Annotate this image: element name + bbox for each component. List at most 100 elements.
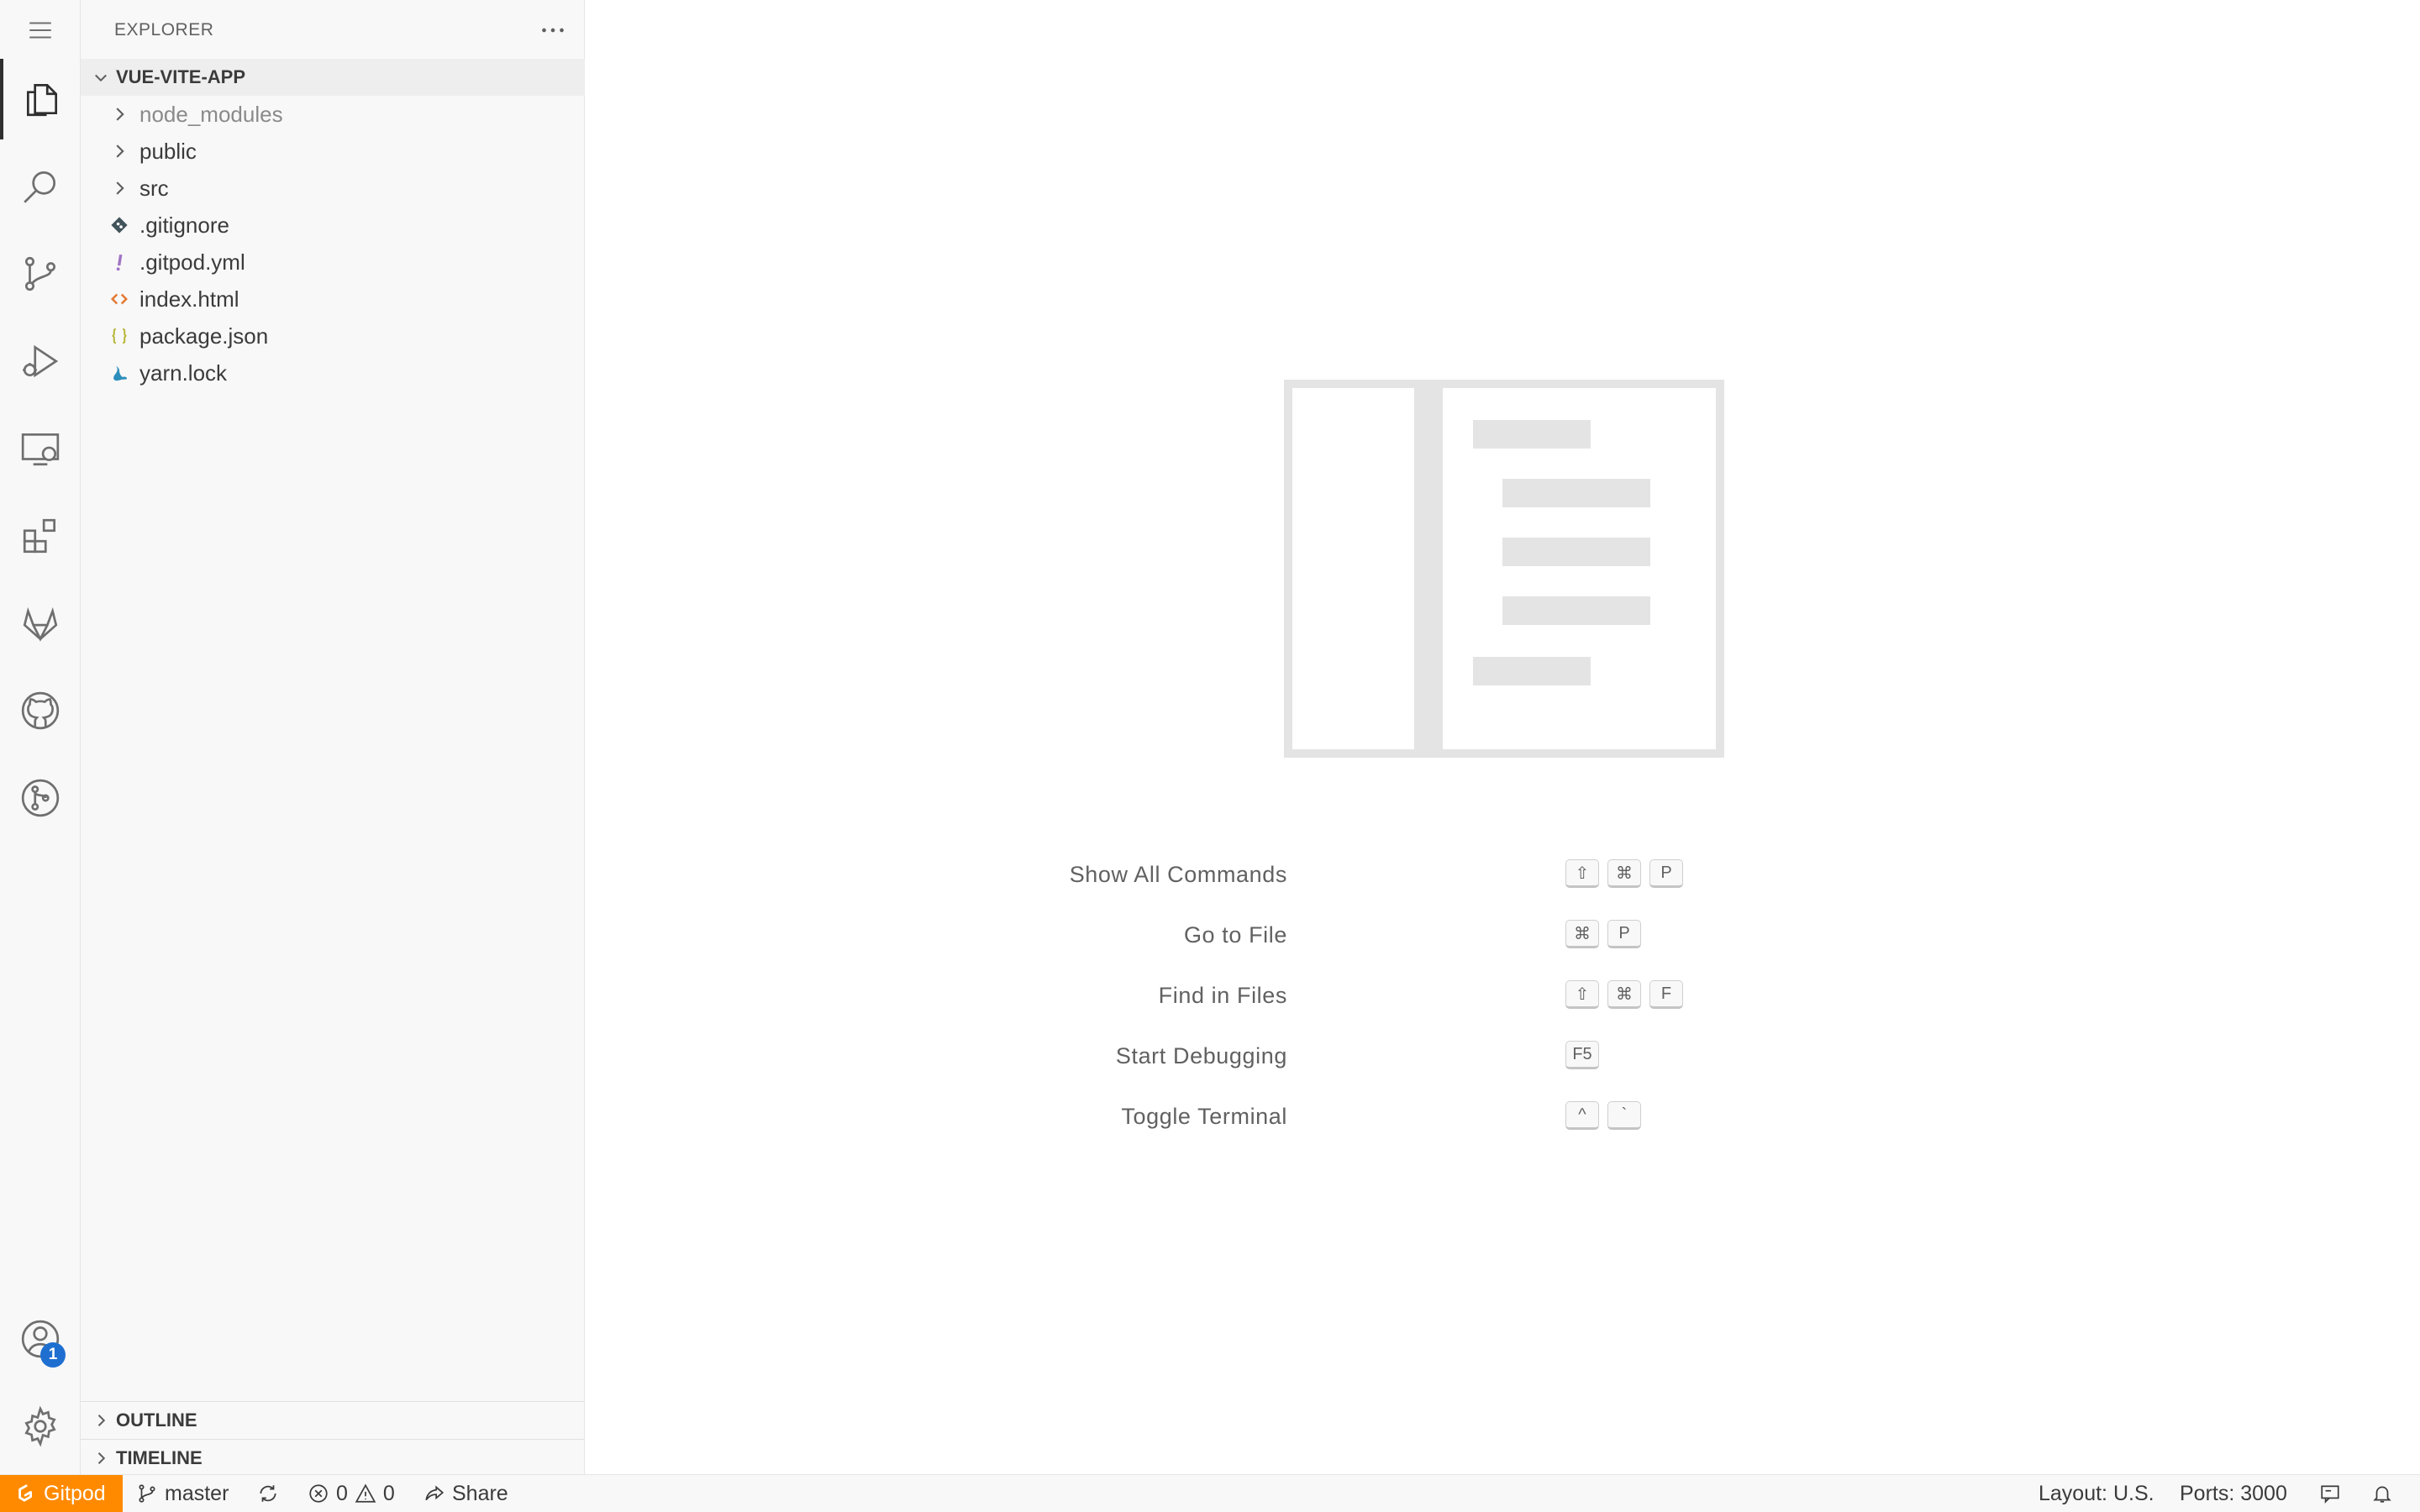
more-actions-icon[interactable] <box>536 17 570 44</box>
gitlab-icon[interactable] <box>0 583 81 664</box>
key: P <box>1607 920 1641 948</box>
chevron-down-icon <box>87 64 114 91</box>
key: ⌘ <box>1565 920 1599 948</box>
shortcut-label: Start Debugging <box>1115 1043 1287 1068</box>
yarn-file-icon <box>106 360 133 386</box>
chevron-right-icon <box>87 1445 114 1472</box>
shortcut-label: Find in Files <box>1158 983 1287 1008</box>
gitpod-button[interactable]: Gitpod <box>0 1475 123 1512</box>
branch-status[interactable]: master <box>136 1475 229 1512</box>
ports-label: Ports: 3000 <box>2180 1481 2287 1505</box>
key: ⌘ <box>1607 980 1641 1009</box>
tree-item-public[interactable]: public <box>81 133 585 170</box>
share-icon <box>425 1485 445 1501</box>
tree-item-gitignore[interactable]: .gitignore <box>81 207 585 244</box>
explorer-sidebar: EXPLORER VUE-VITE-APP node_modules publi… <box>81 0 585 1474</box>
key: ⇧ <box>1565 859 1599 888</box>
gear-icon[interactable] <box>0 1386 81 1467</box>
git-graph-icon[interactable] <box>0 758 81 838</box>
accounts-icon[interactable]: 1 <box>0 1299 81 1379</box>
key: F5 <box>1565 1041 1599 1069</box>
layout-label: Layout: U.S. <box>2039 1481 2154 1505</box>
extensions-icon[interactable] <box>0 496 81 576</box>
bell-icon <box>2373 1486 2391 1503</box>
tree-item-label: yarn.lock <box>139 360 228 386</box>
gitpod-logo-icon <box>18 1484 32 1502</box>
ports-status[interactable]: Ports: 3000 <box>2180 1475 2287 1512</box>
error-count: 0 <box>336 1481 348 1505</box>
tree-item-label: .gitignore <box>139 212 229 238</box>
key: ⌘ <box>1607 859 1641 888</box>
tree-item-label: public <box>139 138 197 164</box>
warning-icon <box>355 1483 376 1503</box>
branch-name: master <box>165 1481 229 1505</box>
error-icon <box>309 1484 328 1503</box>
key: ⇧ <box>1565 980 1599 1009</box>
tree-item-package-json[interactable]: package.json <box>81 318 585 354</box>
gitpod-label: Gitpod <box>44 1481 106 1505</box>
shortcut-label: Show All Commands <box>1069 862 1287 887</box>
keybinding: ⇧ ⌘ P <box>1565 859 1683 888</box>
key: ^ <box>1565 1101 1599 1130</box>
branch-icon <box>139 1484 155 1503</box>
sidebar-title: EXPLORER <box>114 20 214 39</box>
warning-count: 0 <box>382 1481 395 1505</box>
status-bar: Gitpod master 0 0 Share Layout: U.S. Por… <box>0 1474 2420 1512</box>
shortcut-show-all-commands: Show All Commands ⇧ ⌘ P <box>585 855 2420 894</box>
sync-button[interactable] <box>257 1475 279 1512</box>
json-file-icon <box>106 323 133 349</box>
run-debug-icon[interactable] <box>0 321 81 402</box>
menu-icon[interactable] <box>0 0 81 60</box>
github-icon[interactable] <box>0 670 81 751</box>
shortcut-toggle-terminal: Toggle Terminal ^ ` <box>585 1097 2420 1136</box>
file-tree: node_modules public src .gitignore .gitp… <box>81 96 585 391</box>
html-file-icon <box>106 286 133 312</box>
outline-title: OUTLINE <box>116 1410 197 1431</box>
sidebar-header: EXPLORER <box>81 0 585 60</box>
tree-item-label: package.json <box>139 323 269 349</box>
shortcut-go-to-file: Go to File ⌘ P <box>585 916 2420 954</box>
key: P <box>1649 859 1683 888</box>
chevron-right-icon <box>106 175 133 202</box>
keybinding: ⌘ P <box>1565 920 1641 948</box>
keyboard-layout-status[interactable]: Layout: U.S. <box>2039 1475 2154 1512</box>
sync-icon <box>260 1485 276 1502</box>
problems-status[interactable]: 0 0 <box>308 1475 395 1512</box>
activity-bar: 1 <box>0 0 81 1474</box>
shortcut-start-debugging: Start Debugging F5 <box>585 1037 2420 1075</box>
key: ` <box>1607 1101 1641 1130</box>
shortcut-find-in-files: Find in Files ⇧ ⌘ F <box>585 976 2420 1015</box>
shortcut-label: Toggle Terminal <box>1121 1104 1287 1129</box>
timeline-title: TIMELINE <box>116 1447 203 1468</box>
editor-watermark-icon <box>1284 380 1724 758</box>
chevron-right-icon <box>106 101 133 128</box>
tree-item-label: node_modules <box>139 101 283 127</box>
chevron-right-icon <box>87 1407 114 1434</box>
tree-item-label: src <box>139 175 169 201</box>
git-file-icon <box>106 212 133 239</box>
keybinding: ⇧ ⌘ F <box>1565 980 1683 1009</box>
remote-explorer-icon[interactable] <box>0 408 81 489</box>
tree-item-node-modules[interactable]: node_modules <box>81 96 585 133</box>
share-label: Share <box>452 1481 508 1505</box>
key: F <box>1649 980 1683 1009</box>
feedback-icon <box>2321 1485 2339 1504</box>
source-control-icon[interactable] <box>0 234 81 314</box>
explorer-icon[interactable] <box>0 59 81 139</box>
project-name: VUE-VITE-APP <box>116 66 246 87</box>
tree-item-src[interactable]: src <box>81 170 585 207</box>
yaml-file-icon <box>106 249 133 276</box>
tree-item-yarn-lock[interactable]: yarn.lock <box>81 354 585 391</box>
tree-item-label: .gitpod.yml <box>139 249 245 275</box>
share-button[interactable]: Share <box>424 1475 508 1512</box>
tree-item-gitpod-yml[interactable]: .gitpod.yml <box>81 244 585 281</box>
notifications-button[interactable] <box>2371 1475 2393 1512</box>
tree-item-index-html[interactable]: index.html <box>81 281 585 318</box>
outline-section-header[interactable]: OUTLINE <box>81 1401 585 1439</box>
keybinding: ^ ` <box>1565 1101 1641 1130</box>
timeline-section-header[interactable]: TIMELINE <box>81 1439 585 1477</box>
search-icon[interactable] <box>0 146 81 227</box>
feedback-button[interactable] <box>2319 1475 2341 1512</box>
project-folder-header[interactable]: VUE-VITE-APP <box>81 59 585 96</box>
tree-item-label: index.html <box>139 286 239 312</box>
